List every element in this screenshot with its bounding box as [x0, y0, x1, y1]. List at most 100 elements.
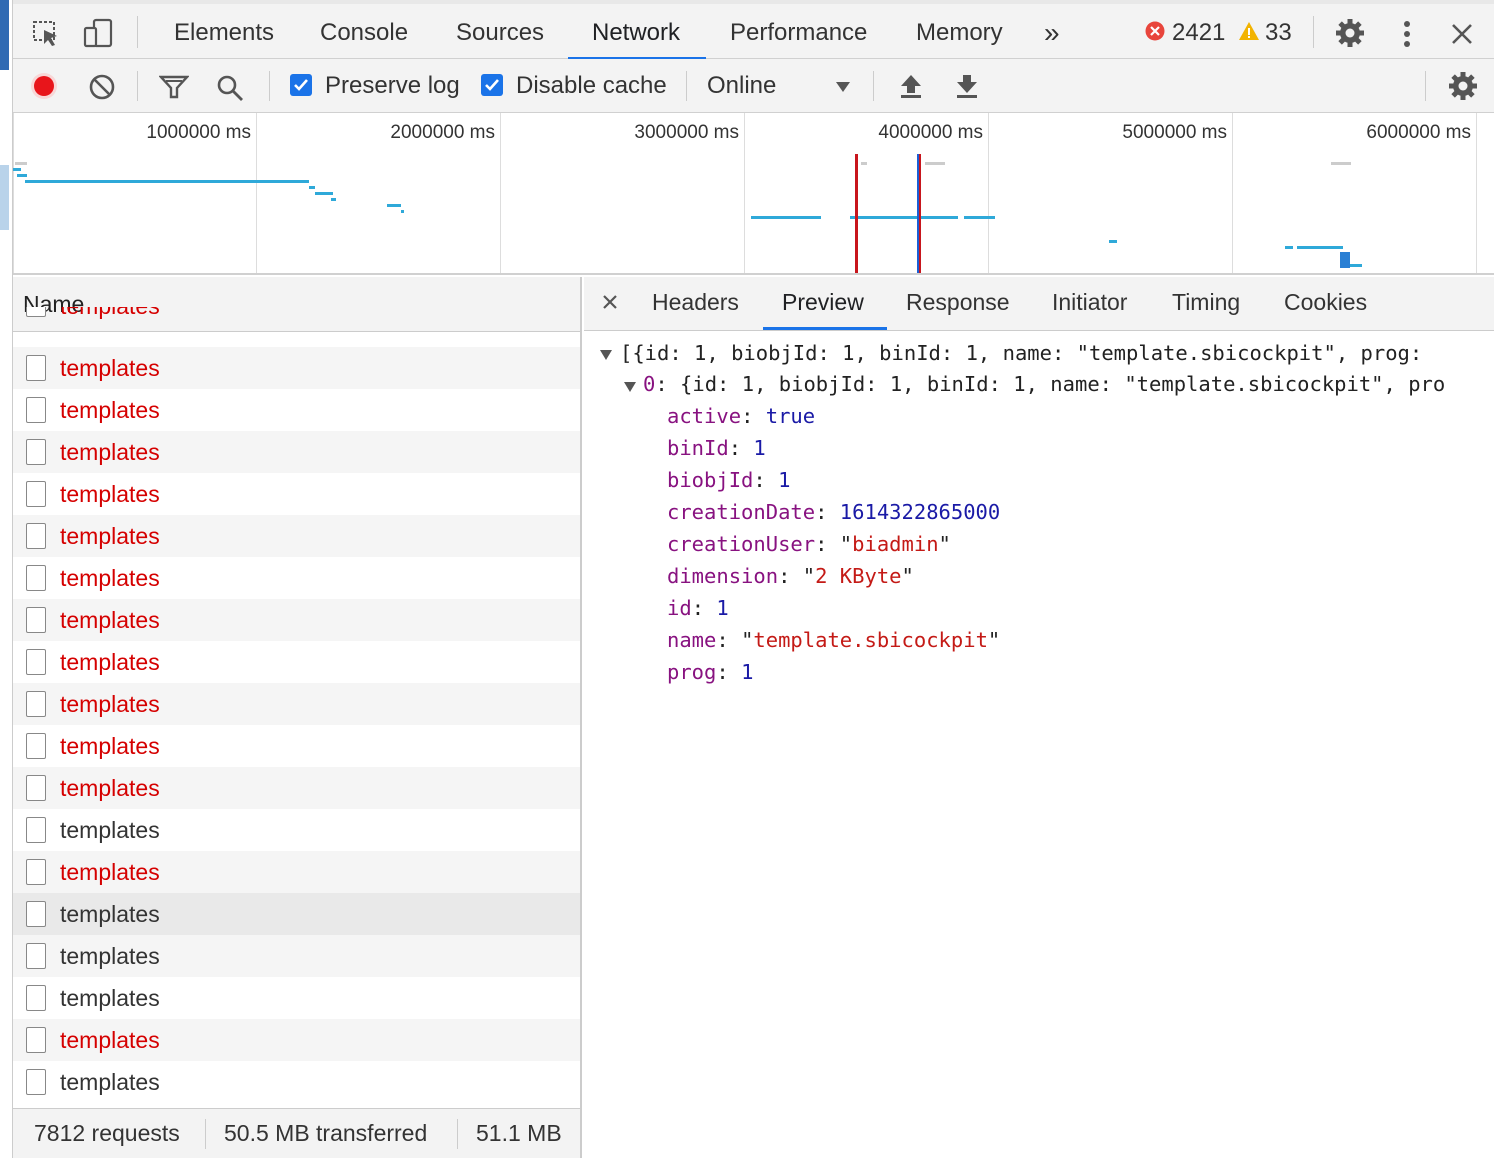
request-detail-panel: Headers Preview Response Initiator Timin…: [584, 277, 1494, 1158]
request-name: templates: [60, 481, 160, 507]
request-list: Name templates templates templates template…: [13, 277, 582, 1158]
table-row[interactable]: templates: [13, 935, 580, 977]
json-property[interactable]: name: "template.sbicockpit": [667, 628, 1000, 652]
search-icon[interactable]: [216, 74, 244, 107]
more-options-icon[interactable]: [1402, 20, 1412, 53]
document-icon: [26, 943, 46, 969]
json-property[interactable]: active: true: [667, 404, 815, 428]
resources-size: 51.1 MB: [476, 1120, 562, 1146]
preserve-log-checkbox[interactable]: [290, 74, 312, 96]
json-property[interactable]: prog: 1: [667, 660, 753, 684]
request-name: templates: [60, 649, 160, 675]
error-icon[interactable]: [1145, 21, 1165, 46]
table-row[interactable]: templates: [13, 641, 580, 683]
json-value: template.sbicockpit: [753, 628, 988, 652]
document-icon: [26, 523, 46, 549]
load-event-marker: [855, 154, 858, 273]
document-icon: [26, 565, 46, 591]
document-icon: [26, 1069, 46, 1095]
close-detail-icon[interactable]: [602, 294, 618, 315]
request-name: templates: [60, 1069, 160, 1095]
tab-performance[interactable]: Performance: [730, 4, 867, 59]
json-property[interactable]: biobjId: 1: [667, 468, 790, 492]
device-toolbar-icon[interactable]: [83, 18, 113, 48]
table-row[interactable]: templates: [13, 725, 580, 767]
table-row[interactable]: templates: [13, 473, 580, 515]
request-name: templates: [60, 1027, 160, 1053]
chevron-down-icon[interactable]: [835, 80, 851, 98]
document-icon: [26, 775, 46, 801]
json-root-summary[interactable]: [{id: 1, biobjId: 1, binId: 1, name: "te…: [620, 341, 1422, 365]
warning-count[interactable]: 33: [1265, 4, 1292, 59]
json-key: creationUser: [667, 532, 816, 556]
document-icon: [26, 985, 46, 1011]
json-key: binId: [667, 436, 729, 460]
json-property[interactable]: id: 1: [667, 596, 729, 620]
tab-timing[interactable]: Timing: [1172, 277, 1240, 327]
summary-bar: 7812 requests 50.5 MB transferred 51.1 M…: [13, 1108, 580, 1158]
expand-triangle-icon[interactable]: [624, 382, 636, 392]
clear-icon[interactable]: [89, 74, 115, 105]
table-row[interactable]: templates: [13, 1061, 580, 1103]
json-key: id: [667, 596, 692, 620]
table-row[interactable]: templates: [13, 515, 580, 557]
document-icon: [26, 1027, 46, 1053]
tab-network[interactable]: Network: [592, 4, 680, 59]
json-property[interactable]: binId: 1: [667, 436, 766, 460]
network-overview-timeline[interactable]: 1000000 ms 2000000 ms 3000000 ms 4000000…: [13, 113, 1494, 275]
json-key: name: [667, 628, 717, 652]
tab-console[interactable]: Console: [320, 4, 408, 59]
filter-icon[interactable]: [158, 75, 190, 104]
table-row[interactable]: templates: [13, 893, 580, 935]
inspect-element-icon[interactable]: [31, 18, 61, 48]
network-settings-gear-icon[interactable]: [1448, 71, 1478, 106]
table-row[interactable]: templates: [13, 389, 580, 431]
table-row[interactable]: templates: [13, 683, 580, 725]
table-row[interactable]: templates: [13, 1019, 580, 1061]
json-property[interactable]: dimension: "2 KByte": [667, 564, 914, 588]
tab-initiator[interactable]: Initiator: [1052, 277, 1127, 327]
tab-cookies[interactable]: Cookies: [1284, 277, 1367, 327]
timeline-tick-label: 4000000 ms: [878, 122, 983, 143]
table-row[interactable]: templates: [13, 347, 580, 389]
json-value: 2 KByte: [815, 564, 902, 588]
request-count: 7812 requests: [34, 1120, 180, 1146]
document-icon: [26, 901, 46, 927]
import-har-icon[interactable]: [899, 73, 923, 104]
request-name: templates: [60, 859, 160, 885]
expand-triangle-icon[interactable]: [600, 350, 612, 360]
tab-sources[interactable]: Sources: [456, 4, 544, 59]
more-tabs-button[interactable]: »: [1044, 4, 1060, 59]
table-row[interactable]: templates: [13, 557, 580, 599]
json-value: 1: [753, 436, 766, 460]
throttling-select[interactable]: Online: [707, 59, 776, 113]
tab-headers[interactable]: Headers: [652, 277, 739, 327]
disable-cache-checkbox[interactable]: [481, 74, 503, 96]
table-row[interactable]: templates: [13, 431, 580, 473]
json-item-0[interactable]: 0: {id: 1, biobjId: 1, binId: 1, name: "…: [643, 372, 1445, 396]
disable-cache-label[interactable]: Disable cache: [516, 59, 667, 113]
tab-preview[interactable]: Preview: [782, 277, 864, 327]
json-property[interactable]: creationUser: "biadmin": [667, 532, 951, 556]
document-icon: [26, 397, 46, 423]
document-icon: [26, 859, 46, 885]
table-row[interactable]: templates: [13, 599, 580, 641]
warning-icon[interactable]: [1238, 21, 1260, 46]
preserve-log-label[interactable]: Preserve log: [325, 59, 460, 113]
table-row[interactable]: templates: [13, 809, 580, 851]
export-har-icon[interactable]: [955, 73, 979, 104]
error-count[interactable]: 2421: [1172, 4, 1225, 59]
table-row-partial[interactable]: templates: [13, 307, 580, 347]
table-row[interactable]: templates: [13, 851, 580, 893]
tab-elements[interactable]: Elements: [174, 4, 274, 59]
tab-response[interactable]: Response: [906, 277, 1010, 327]
close-devtools-icon[interactable]: [1451, 23, 1473, 50]
request-name: templates: [60, 607, 160, 633]
json-property[interactable]: creationDate: 1614322865000: [667, 500, 1000, 524]
settings-gear-icon[interactable]: [1335, 18, 1365, 53]
table-row[interactable]: templates: [13, 767, 580, 809]
tab-memory[interactable]: Memory: [916, 4, 1003, 59]
record-icon[interactable]: [30, 72, 58, 105]
table-row[interactable]: templates: [13, 977, 580, 1019]
timeline-tick-label: 2000000 ms: [390, 122, 495, 143]
